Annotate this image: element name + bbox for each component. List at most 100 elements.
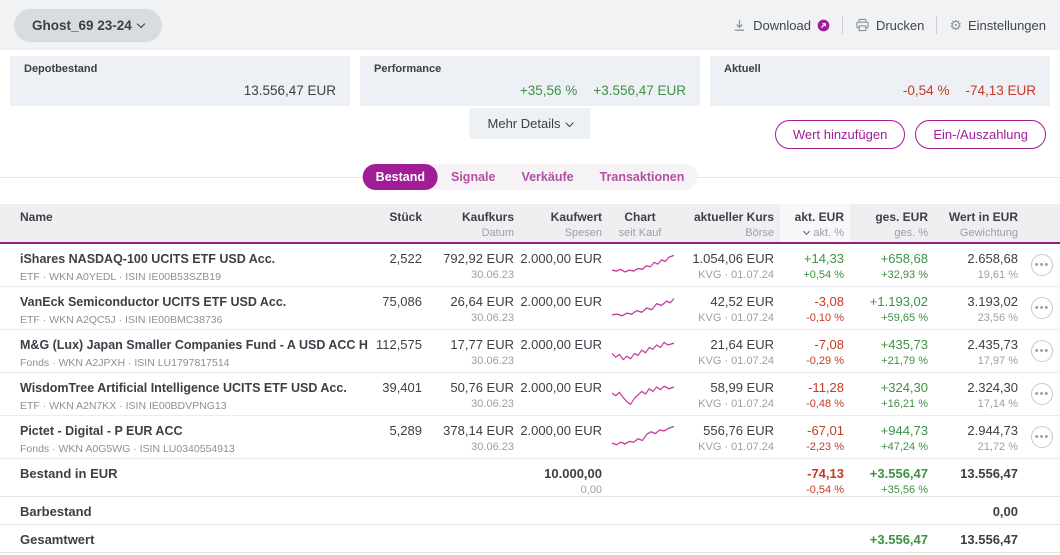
download-icon <box>732 18 747 33</box>
wert-cell: 2.435,7317,97 % <box>934 330 1024 372</box>
chevron-down-icon <box>137 20 145 28</box>
ellipsis-icon: ••• <box>1035 260 1050 271</box>
column-header-kaufkurs[interactable]: KaufkursDatum <box>428 204 520 242</box>
asset-name-cell: Pictet - Digital - P EUR ACC Fonds · WKN… <box>0 416 360 458</box>
holdings-table: Name Stück KaufkursDatumKaufwertSpesenCh… <box>0 204 1060 553</box>
bestand-kaufwert-cell: 10.000,00 0,00 <box>520 459 608 498</box>
settings-button[interactable]: ⚙ Einstellungen <box>949 18 1046 33</box>
asset-name-link[interactable]: M&G (Lux) Japan Smaller Companies Fund -… <box>20 338 368 352</box>
akt-eur-cell: -3,08-0,10 % <box>780 287 850 329</box>
stueck-cell: 112,575 <box>360 330 428 372</box>
top-bar: Ghost_69 23-24 Download Druc <box>0 0 1060 50</box>
stueck-cell: 2,522 <box>360 244 428 286</box>
column-header-chart[interactable]: Chartseit Kauf <box>608 204 678 242</box>
ges-eur-cell: +944,73+47,24 % <box>850 416 934 458</box>
column-header-ges-eur[interactable]: ges. EURges. % <box>850 204 934 242</box>
ellipsis-icon: ••• <box>1035 432 1050 443</box>
column-header-akt-eur[interactable]: akt. EURakt. % <box>780 204 850 242</box>
stueck-cell: 75,086 <box>360 287 428 329</box>
table-row: iShares NASDAQ-100 UCITS ETF USD Acc. ET… <box>0 244 1060 287</box>
asset-name-cell: M&G (Lux) Japan Smaller Companies Fund -… <box>0 330 360 372</box>
asset-meta: ETF · WKN A2N7KX · ISIN IE00BDVPNG13 <box>20 400 354 413</box>
column-header-stück[interactable]: Stück <box>360 204 428 242</box>
row-menu-cell: ••• <box>1024 373 1060 415</box>
account-selector[interactable]: Ghost_69 23-24 <box>14 9 162 42</box>
performance-card: Performance +35,56 % +3.556,47 EUR <box>360 56 700 106</box>
depot-balance-label: Depotbestand <box>24 63 336 75</box>
column-header-aktueller-kurs[interactable]: aktueller KursBörse <box>678 204 780 242</box>
kaufkurs-cell: 17,77 EUR30.06.23 <box>428 330 520 372</box>
ellipsis-icon: ••• <box>1035 303 1050 314</box>
kaufwert-cell: 2.000,00 EUR <box>520 373 608 415</box>
summary-row-barbestand: Barbestand 0,00 <box>0 497 1060 525</box>
table-row: WisdomTree Artificial Intelligence UCITS… <box>0 373 1060 416</box>
asset-name-link[interactable]: VanEck Semiconductor UCITS ETF USD Acc. <box>20 295 286 309</box>
more-details-button[interactable]: Mehr Details <box>470 108 591 139</box>
sparkline-chart <box>608 373 678 415</box>
add-value-button[interactable]: Wert hinzufügen <box>775 120 905 149</box>
wert-cell: 3.193,0223,56 % <box>934 287 1024 329</box>
sparkline-chart <box>608 244 678 286</box>
kaufkurs-cell: 378,14 EUR30.06.23 <box>428 416 520 458</box>
ellipsis-icon: ••• <box>1035 346 1050 357</box>
akt-eur-cell: -7,08-0,29 % <box>780 330 850 372</box>
toolbar: Download Drucken ⚙ Einstellungen <box>732 16 1046 34</box>
barbestand-wert-cell: 0,00 <box>934 497 1024 524</box>
row-menu-button[interactable]: ••• <box>1031 297 1053 319</box>
aktueller-kurs-cell: 1.054,06 EURKVG · 01.07.24 <box>678 244 780 286</box>
kaufwert-cell: 2.000,00 EUR <box>520 287 608 329</box>
performance-label: Performance <box>374 63 686 75</box>
depot-balance-value: 13.556,47 EUR <box>244 83 336 98</box>
download-label: Download <box>753 18 811 33</box>
row-menu-button[interactable]: ••• <box>1031 426 1053 448</box>
download-button[interactable]: Download <box>732 18 830 33</box>
ges-eur-cell: +1.193,02+59,65 % <box>850 287 934 329</box>
summary-cards: Depotbestand 13.556,47 EUR Performance +… <box>0 50 1060 106</box>
asset-name-link[interactable]: iShares NASDAQ-100 UCITS ETF USD Acc. <box>20 252 275 266</box>
current-change-label: Aktuell <box>724 63 1036 75</box>
aktueller-kurs-cell: 556,76 EURKVG · 01.07.24 <box>678 416 780 458</box>
column-header-kaufwert[interactable]: KaufwertSpesen <box>520 204 608 242</box>
column-header-name[interactable]: Name <box>0 204 360 242</box>
aktueller-kurs-cell: 42,52 EURKVG · 01.07.24 <box>678 287 780 329</box>
row-menu-cell: ••• <box>1024 287 1060 329</box>
tab-transaktionen[interactable]: Transaktionen <box>587 164 698 190</box>
stueck-cell: 39,401 <box>360 373 428 415</box>
akt-eur-cell: -11,28-0,48 % <box>780 373 850 415</box>
gesamtwert-label: Gesamtwert <box>20 532 94 547</box>
wert-cell: 2.324,3017,14 % <box>934 373 1024 415</box>
kaufkurs-cell: 26,64 EUR30.06.23 <box>428 287 520 329</box>
wert-cell: 2.944,7321,72 % <box>934 416 1024 458</box>
table-row: Pictet - Digital - P EUR ACC Fonds · WKN… <box>0 416 1060 459</box>
aktueller-kurs-cell: 58,99 EURKVG · 01.07.24 <box>678 373 780 415</box>
controls-row: Mehr Details Wert hinzufügen Ein-/Auszah… <box>0 106 1060 152</box>
asset-name-link[interactable]: WisdomTree Artificial Intelligence UCITS… <box>20 381 347 395</box>
sparkline-chart <box>608 330 678 372</box>
table-row: VanEck Semiconductor UCITS ETF USD Acc. … <box>0 287 1060 330</box>
print-label: Drucken <box>876 18 924 33</box>
deposit-withdraw-button[interactable]: Ein-/Auszahlung <box>915 120 1046 149</box>
row-menu-cell: ••• <box>1024 244 1060 286</box>
table-body: iShares NASDAQ-100 UCITS ETF USD Acc. ET… <box>0 244 1060 459</box>
table-header: Name Stück KaufkursDatumKaufwertSpesenCh… <box>0 204 1060 244</box>
asset-name-cell: VanEck Semiconductor UCITS ETF USD Acc. … <box>0 287 360 329</box>
account-selector-label: Ghost_69 23-24 <box>32 18 132 33</box>
table-row: M&G (Lux) Japan Smaller Companies Fund -… <box>0 330 1060 373</box>
row-menu-cell: ••• <box>1024 330 1060 372</box>
row-menu-button[interactable]: ••• <box>1031 340 1053 362</box>
asset-name-link[interactable]: Pictet - Digital - P EUR ACC <box>20 424 183 438</box>
tab-bestand[interactable]: Bestand <box>363 164 438 190</box>
barbestand-label: Barbestand <box>20 504 92 519</box>
asset-name-cell: iShares NASDAQ-100 UCITS ETF USD Acc. ET… <box>0 244 360 286</box>
tab-signale[interactable]: Signale <box>438 164 508 190</box>
asset-meta: ETF · WKN A0YEDL · ISIN IE00B53SZB19 <box>20 271 354 284</box>
print-button[interactable]: Drucken <box>855 18 924 33</box>
summary-row-bestand: Bestand in EUR 10.000,00 0,00 -74,13 -0,… <box>0 459 1060 497</box>
column-header-wert-in-eur[interactable]: Wert in EURGewichtung <box>934 204 1024 242</box>
kaufkurs-cell: 792,92 EUR30.06.23 <box>428 244 520 286</box>
row-menu-button[interactable]: ••• <box>1031 254 1053 276</box>
ellipsis-icon: ••• <box>1035 389 1050 400</box>
row-menu-button[interactable]: ••• <box>1031 383 1053 405</box>
tab-verkäufe[interactable]: Verkäufe <box>508 164 586 190</box>
printer-icon <box>855 18 870 32</box>
